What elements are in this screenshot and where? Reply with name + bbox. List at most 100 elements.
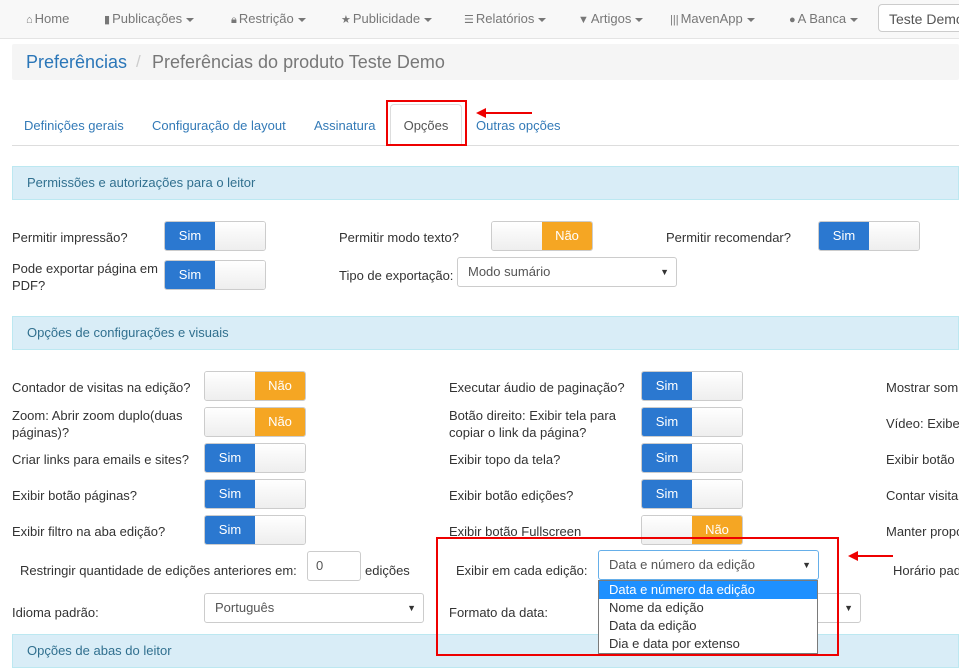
export-type-select[interactable]: Modo sumário ▼ (457, 257, 677, 287)
config-label: Vídeo: Exibe (886, 416, 959, 431)
tab-outras-opcoes[interactable]: Outras opções (476, 110, 561, 146)
export-pdf-label: Pode exportar página em PDF? (12, 261, 158, 293)
nav-publicacoes-label: Publicações (112, 11, 183, 26)
language-select[interactable]: Português ▼ (204, 593, 424, 623)
nav-home-label: Home (34, 11, 70, 26)
pages-button-toggle[interactable]: Sim (204, 479, 306, 509)
chevron-down-icon (746, 17, 755, 22)
show-top-toggle[interactable]: Sim (641, 443, 743, 473)
language-value: Português (215, 600, 275, 615)
bookmark-icon: ▼ (578, 14, 589, 26)
nav-restricao[interactable]: 🔒︎ Restrição (231, 0, 306, 38)
lock-icon: 🔒︎ (231, 14, 237, 26)
chevron-down-icon (186, 17, 195, 22)
config-label: Exibir botão edições? (449, 488, 574, 503)
toggle-on: Sim (205, 516, 255, 544)
chevron-down-icon: ▼ (844, 603, 853, 613)
config-label: Mostrar som (886, 380, 959, 395)
nav-relatorios-label: Relatórios (475, 11, 535, 26)
breadcrumb: Preferências / Preferências do produto T… (12, 44, 959, 80)
toggle-on: Sim (642, 480, 692, 508)
chevron-down-icon: ▼ (407, 603, 416, 613)
tab-assinatura[interactable]: Assinatura (314, 110, 375, 146)
toggle-on: Sim (165, 222, 215, 250)
nav-home[interactable]: ⌂ Home (26, 0, 69, 38)
annotation-arrow-tab (484, 112, 532, 114)
nav-relatorios[interactable]: ☰ Relatórios (464, 0, 547, 38)
restrict-editions-suffix: edições (365, 563, 410, 578)
nav-publicacoes[interactable]: ▮ Publicações (104, 0, 195, 38)
star-icon: ★ (341, 14, 351, 26)
config-label: Executar áudio de paginação? (449, 380, 625, 395)
breadcrumb-home-link[interactable]: Preferências (26, 44, 127, 80)
zoom-double-toggle[interactable]: Não (204, 407, 306, 437)
nav-artigos-label: Artigos (590, 11, 632, 26)
export-type-label: Tipo de exportação: (339, 268, 454, 283)
time-label: Horário pad (893, 563, 959, 578)
right-click-toggle[interactable]: Sim (641, 407, 743, 437)
nav-publicidade[interactable]: ★ Publicidade (341, 0, 433, 38)
book-icon: ▮ (104, 14, 111, 26)
nav-restricao-label: Restrição (238, 11, 294, 26)
export-pdf-toggle[interactable]: Sim (164, 260, 266, 290)
edition-filter-toggle[interactable]: Sim (204, 515, 306, 545)
top-navbar: ⌂ Home ▮ Publicações 🔒︎ Restrição ★ Publicid… (0, 0, 959, 39)
chevron-down-icon (538, 17, 547, 22)
print-toggle[interactable]: Sim (164, 221, 266, 251)
chevron-down-icon (635, 17, 644, 22)
restrict-editions-label: Restringir quantidade de edições anterio… (20, 563, 297, 578)
section-permissions: Permissões e autorizações para o leitor (12, 166, 959, 200)
create-links-toggle[interactable]: Sim (204, 443, 306, 473)
config-label: Exibir botão (886, 452, 955, 467)
toggle-off: Não (255, 408, 305, 436)
recommend-label: Permitir recomendar? (666, 230, 791, 245)
toggle-on: Sim (642, 444, 692, 472)
nav-abanca[interactable]: ● A Banca (789, 0, 859, 38)
toggle-on: Sim (642, 372, 692, 400)
breadcrumb-separator: / (136, 52, 141, 71)
toggle-off: Não (255, 372, 305, 400)
chevron-down-icon (424, 17, 433, 22)
section-config: Opções de configurações e visuais (12, 316, 959, 350)
nav-mavenapp-label: MavenApp (680, 11, 743, 26)
tab-definicoes-gerais[interactable]: Definições gerais (24, 110, 124, 146)
text-mode-toggle[interactable]: Não (491, 221, 593, 251)
breadcrumb-current: Preferências do produto Teste Demo (152, 52, 445, 72)
toggle-on: Sim (819, 222, 869, 250)
annotation-arrowhead-tab (476, 108, 486, 118)
restrict-editions-input[interactable]: 0 (307, 551, 361, 581)
text-mode-label: Permitir modo texto? (339, 230, 459, 245)
annotation-box-dropdown (436, 537, 839, 656)
config-label: Botão direito: Exibir tela para copiar o… (449, 408, 616, 440)
config-label: Contador de visitas na edição? (12, 380, 191, 395)
annotation-arrowhead-dropdown (848, 551, 858, 561)
language-label: Idioma padrão: (12, 605, 99, 620)
page-audio-toggle[interactable]: Sim (641, 371, 743, 401)
nav-artigos[interactable]: ▼ Artigos (578, 0, 644, 38)
print-label: Permitir impressão? (12, 230, 128, 245)
home-icon: ⌂ (26, 14, 33, 26)
config-label: Exibir topo da tela? (449, 452, 561, 467)
nav-mavenapp[interactable]: ||| MavenApp (670, 0, 755, 38)
chevron-down-icon: ▼ (660, 267, 669, 277)
list-icon: ☰ (464, 14, 474, 26)
tab-configuracao-layout[interactable]: Configuração de layout (152, 110, 286, 146)
annotation-box-tab (386, 100, 467, 146)
recommend-toggle[interactable]: Sim (818, 221, 920, 251)
barcode-icon: ||| (670, 14, 679, 26)
chevron-down-icon (850, 17, 859, 22)
chevron-down-icon (297, 17, 306, 22)
config-label: Contar visita (886, 488, 959, 503)
config-label: Exibir filtro na aba edição? (12, 524, 166, 539)
config-label: Zoom: Abrir zoom duplo(duas páginas)? (12, 408, 183, 440)
config-label: Manter propo (886, 524, 959, 539)
visit-counter-toggle[interactable]: Não (204, 371, 306, 401)
annotation-arrow-dropdown (856, 555, 893, 557)
config-label: Exibir botão páginas? (12, 488, 138, 503)
editions-button-toggle[interactable]: Sim (641, 479, 743, 509)
globe-icon: ● (789, 14, 796, 26)
nav-publicidade-label: Publicidade (352, 11, 421, 26)
toggle-on: Sim (205, 480, 255, 508)
product-select[interactable]: Teste Demo (878, 4, 959, 32)
nav-abanca-label: A Banca (797, 11, 847, 26)
